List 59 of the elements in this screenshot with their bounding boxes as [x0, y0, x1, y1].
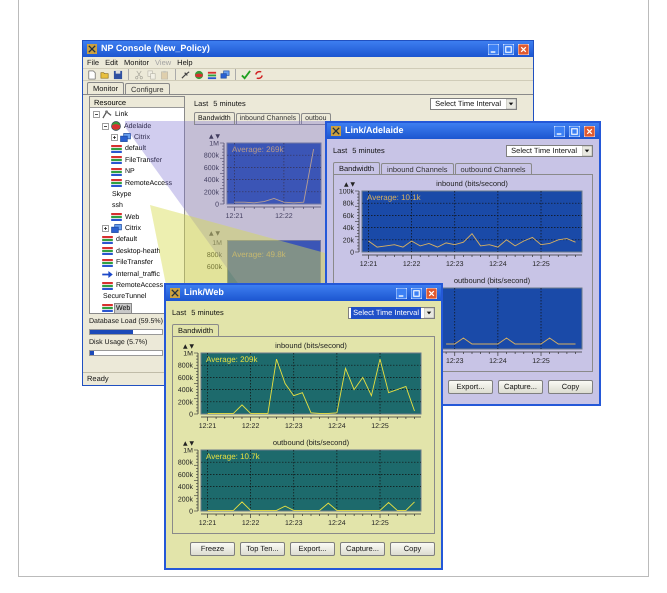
average-label: Average: 10.1k — [367, 193, 421, 202]
dropdown-caret-icon[interactable] — [506, 99, 516, 109]
open-folder-icon[interactable] — [100, 70, 110, 80]
maximize-icon[interactable] — [411, 288, 422, 298]
app-icon — [170, 288, 180, 298]
globe-icon[interactable] — [194, 70, 204, 80]
minimize-icon[interactable] — [554, 126, 565, 136]
traffic-class-icon — [102, 258, 113, 267]
sort-arrows-icon[interactable] — [344, 182, 354, 187]
right-arrow-icon — [102, 270, 113, 278]
close-icon[interactable] — [584, 126, 595, 136]
close-icon[interactable] — [426, 288, 437, 298]
sort-arrows-icon[interactable] — [208, 134, 220, 139]
maximize-icon[interactable] — [569, 126, 580, 136]
y-axis — [220, 142, 224, 204]
y-axis — [194, 450, 198, 512]
traffic-class-icon — [111, 156, 122, 164]
dropdown-caret-icon[interactable] — [582, 146, 592, 156]
probe-icon[interactable] — [181, 70, 191, 80]
window-title: Link/Adelaide — [345, 124, 405, 138]
sort-arrows-icon[interactable] — [182, 344, 194, 349]
traffic-class-icon[interactable] — [207, 70, 217, 80]
minimize-icon[interactable] — [396, 288, 407, 298]
collapse-icon[interactable] — [93, 111, 100, 118]
expand-icon[interactable] — [102, 225, 109, 232]
new-document-icon[interactable] — [87, 70, 97, 80]
traffic-class-icon — [102, 236, 113, 244]
window-title: NP Console (New_Policy) — [101, 42, 211, 56]
close-icon[interactable] — [518, 44, 529, 54]
average-label: Average: 209k — [206, 355, 258, 364]
maximize-icon[interactable] — [503, 44, 514, 54]
collapse-icon[interactable] — [102, 122, 109, 130]
network-link-icon — [102, 110, 112, 120]
traffic-class-icon — [111, 179, 122, 188]
average-label: Average: 269k — [232, 145, 284, 154]
expand-icon[interactable] — [111, 134, 118, 141]
traffic-class-icon — [102, 304, 113, 312]
windows-group-icon[interactable] — [220, 70, 230, 80]
average-label: Average: 10.7k — [206, 452, 260, 461]
app-icon — [331, 126, 341, 136]
windows-group-icon — [120, 132, 131, 142]
y-axis — [194, 352, 198, 414]
minimize-icon[interactable] — [488, 44, 499, 54]
average-label: Average: 49.8k — [232, 250, 286, 259]
window-title: Link/Web — [184, 286, 225, 300]
traffic-class-icon — [111, 144, 122, 153]
y-axis — [354, 190, 360, 252]
traffic-class-icon — [102, 282, 113, 290]
checkmark-icon[interactable] — [241, 70, 251, 80]
windows-group-icon — [111, 224, 122, 234]
app-icon — [87, 44, 97, 54]
traffic-class-icon — [111, 213, 122, 222]
dropdown-caret-icon[interactable] — [424, 308, 434, 318]
sort-arrows-icon[interactable] — [182, 441, 194, 446]
globe-icon — [111, 121, 121, 132]
save-icon[interactable] — [113, 70, 123, 80]
traffic-class-icon — [102, 247, 113, 256]
refresh-icon[interactable] — [254, 70, 264, 80]
traffic-class-icon — [111, 168, 122, 176]
